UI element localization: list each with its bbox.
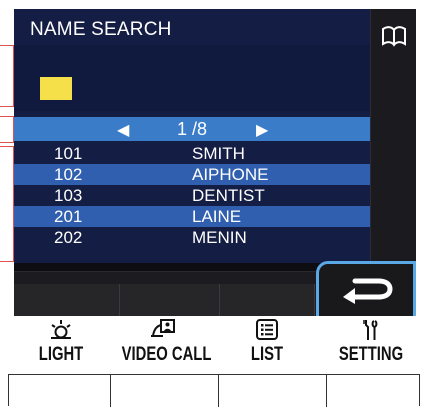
entry-name: LAINE	[192, 207, 242, 226]
light-icon	[51, 320, 71, 339]
book-icon[interactable]	[377, 21, 411, 51]
annotation-bracket-pager	[0, 116, 14, 143]
list-item[interactable]: 101 SMITH	[14, 143, 370, 164]
video-call-button[interactable]	[111, 375, 219, 407]
return-arrow-icon	[343, 278, 393, 304]
entry-number: 202	[54, 228, 83, 247]
list-item[interactable]: 103 DENTIST	[14, 185, 370, 206]
softkey-1[interactable]	[14, 284, 120, 316]
lcd-screen: NAME SEARCH ◀ 1 /8 ▶ 101 SMITH 102 AIPHO…	[14, 9, 416, 316]
input-cursor	[40, 77, 72, 100]
light-label: LIGHT	[38, 344, 84, 365]
list-item[interactable]: 102 AIPHONE	[14, 164, 370, 185]
annotation-bracket-input	[0, 45, 14, 107]
entry-list: 101 SMITH 102 AIPHONE 103 DENTIST 201 LA…	[14, 143, 370, 248]
softkey-3[interactable]	[220, 284, 315, 316]
video-call-icon	[151, 319, 175, 337]
name-search-panel: NAME SEARCH ◀ 1 /8 ▶ 101 SMITH 102 AIPHO…	[14, 9, 370, 263]
list-label: LIST	[250, 344, 284, 365]
video-call-label: VIDEO CALL	[121, 344, 212, 365]
list-item[interactable]: 202 MENIN	[14, 227, 370, 248]
setting-button[interactable]	[327, 375, 421, 407]
light-button[interactable]	[9, 375, 111, 407]
next-page-icon[interactable]: ▶	[256, 120, 268, 140]
entry-name: DENTIST	[192, 186, 265, 205]
page-indicator: 1 /8	[176, 119, 208, 139]
pager: ◀ 1 /8 ▶	[14, 117, 370, 141]
list-button[interactable]	[219, 375, 327, 407]
sidebar	[370, 9, 416, 271]
list-icon	[256, 319, 278, 340]
back-button[interactable]	[316, 261, 416, 316]
entry-name: MENIN	[192, 228, 247, 247]
page-title: NAME SEARCH	[30, 19, 172, 40]
video-call-button-label: VIDEO CALL	[110, 318, 216, 374]
setting-icon	[363, 320, 378, 340]
setting-button-label: SETTING	[318, 318, 424, 374]
entry-number: 201	[54, 207, 83, 226]
list-button-label: LIST	[214, 318, 320, 374]
light-button-label: LIGHT	[8, 318, 114, 374]
hardware-button-row	[8, 374, 421, 407]
setting-label: SETTING	[338, 344, 404, 365]
entry-number: 101	[54, 144, 83, 163]
softkey-2[interactable]	[120, 284, 220, 316]
entry-number: 103	[54, 186, 83, 205]
list-item[interactable]: 201 LAINE	[14, 206, 370, 227]
entry-number: 102	[54, 165, 83, 184]
annotation-bracket-list	[0, 146, 14, 262]
entry-name: AIPHONE	[192, 165, 269, 184]
entry-name: SMITH	[192, 144, 245, 163]
